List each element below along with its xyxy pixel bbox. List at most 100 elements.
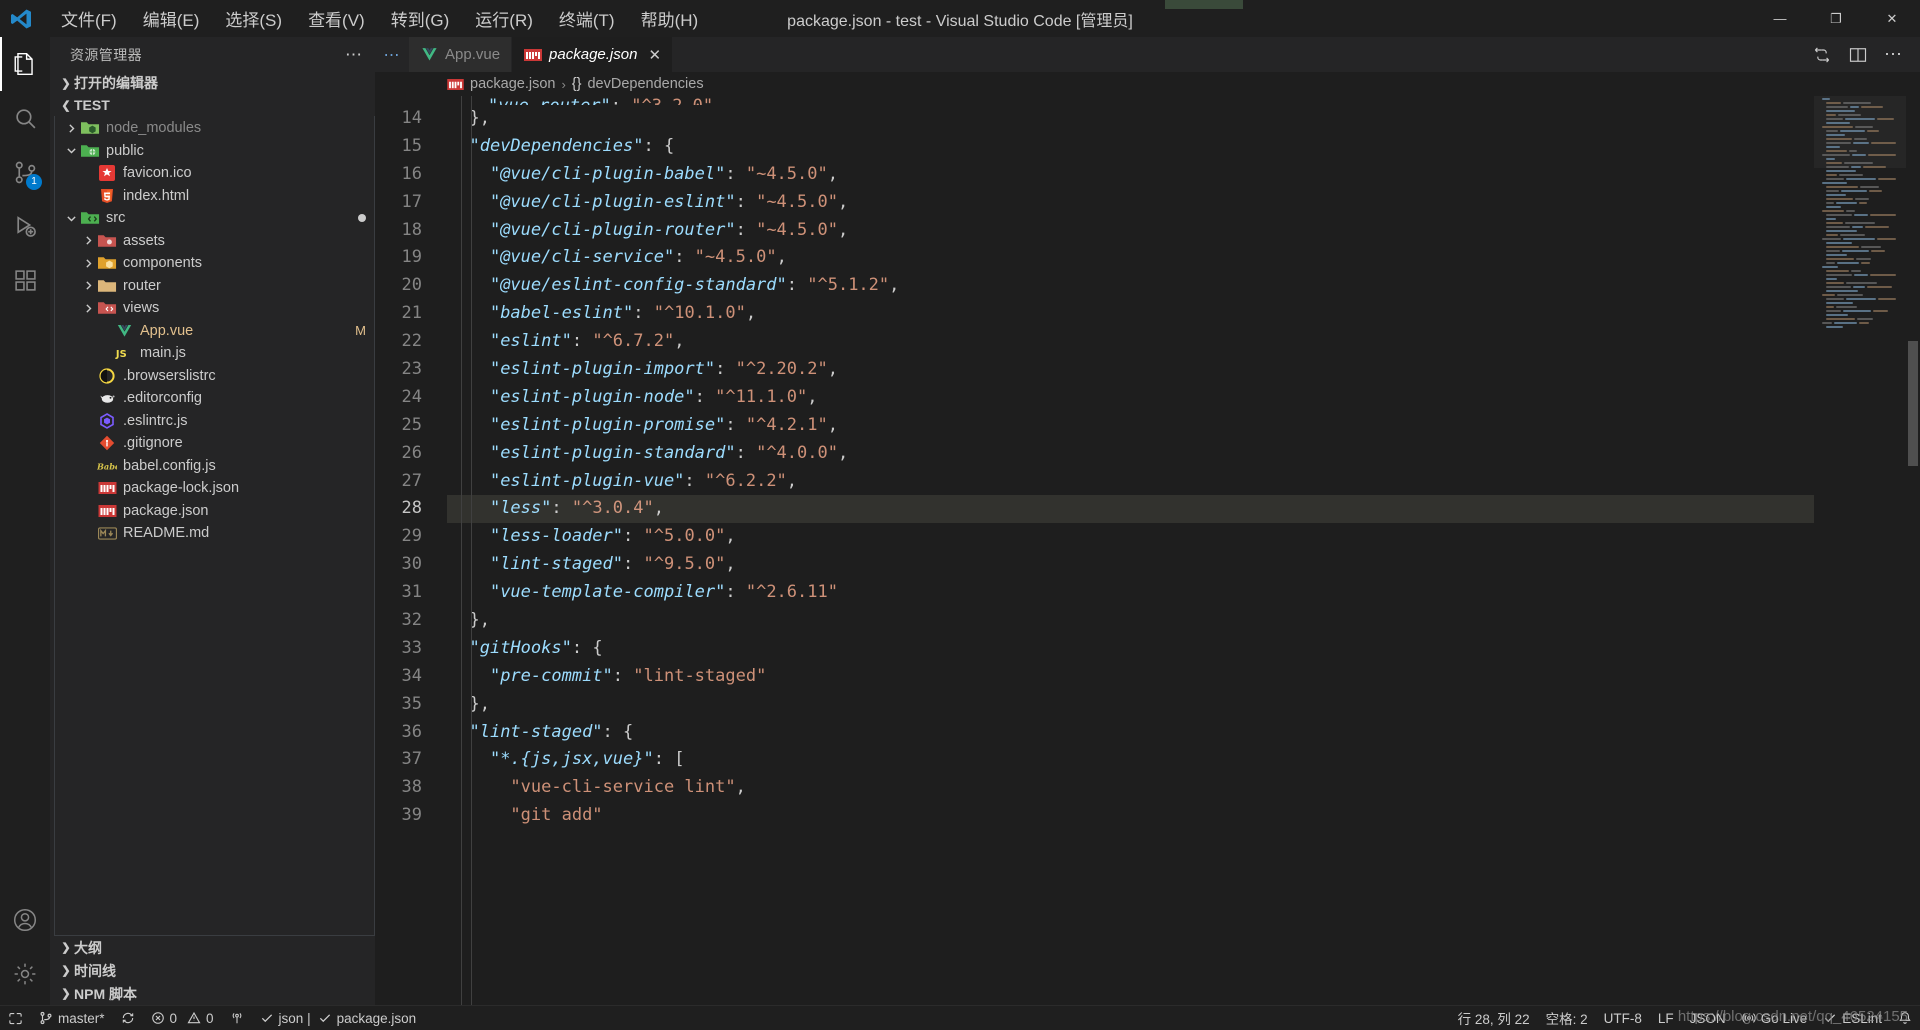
- code-line[interactable]: "vue-cli-service lint",: [447, 774, 1814, 802]
- breadcrumb[interactable]: package.json › {} devDependencies: [375, 72, 1920, 96]
- menu-item-0[interactable]: 文件(F): [48, 2, 130, 35]
- tree-file-row[interactable]: .eslintrc.js: [55, 410, 374, 433]
- tree-file-row[interactable]: JS main.js: [55, 342, 374, 365]
- status-problems[interactable]: 0 0: [143, 1006, 222, 1030]
- code-line[interactable]: "eslint-plugin-node": "^11.1.0",: [447, 384, 1814, 412]
- code-line[interactable]: "less-loader": "^5.0.0",: [447, 523, 1814, 551]
- code-editor[interactable]: 14 15 16 17 18 19 20 21 22 23 24 25 26 27 28 29 30 31 32 33…: [375, 96, 1920, 1005]
- menu-bar[interactable]: 文件(F) 编辑(E) 选择(S) 查看(V) 转到(G) 运行(R) 终端(T) 帮助(H): [42, 0, 711, 37]
- tab-app-vue[interactable]: App.vue: [409, 37, 513, 72]
- menu-item-5[interactable]: 运行(R): [462, 2, 546, 35]
- status-cursor-position[interactable]: 行 28, 列 22: [1450, 1006, 1538, 1030]
- code-line[interactable]: "lint-staged": "^9.5.0",: [447, 551, 1814, 579]
- status-remote[interactable]: [0, 1006, 31, 1030]
- status-indentation[interactable]: 空格: 2: [1538, 1006, 1596, 1030]
- tree-folder-row[interactable]: components: [55, 252, 374, 275]
- code-line[interactable]: },: [447, 691, 1814, 719]
- status-eslint[interactable]: ESLint: [1815, 1006, 1890, 1030]
- tree-folder-row[interactable]: node_modules: [55, 117, 374, 140]
- menu-item-1[interactable]: 编辑(E): [130, 2, 213, 35]
- code-line[interactable]: "less": "^3.0.4",: [447, 495, 1814, 524]
- code-line[interactable]: "lint-staged": {: [447, 719, 1814, 747]
- file-tree[interactable]: node_modules public favicon.ico index.html s…: [54, 116, 375, 936]
- minimize-button[interactable]: —: [1752, 0, 1808, 37]
- tree-file-row[interactable]: README.md: [55, 522, 374, 545]
- sidebar-section-2[interactable]: ❯ NPM 脚本: [50, 982, 375, 1005]
- code-line[interactable]: },: [447, 607, 1814, 635]
- tree-file-row[interactable]: App.vue M: [55, 320, 374, 343]
- tree-file-row[interactable]: .editorconfig: [55, 387, 374, 410]
- sidebar-more-actions-icon[interactable]: ⋯: [345, 45, 363, 65]
- split-editor-icon[interactable]: [1848, 45, 1868, 65]
- scrollbar-thumb[interactable]: [1908, 341, 1918, 466]
- menu-item-6[interactable]: 终端(T): [546, 2, 628, 35]
- status-ports[interactable]: [222, 1006, 252, 1030]
- code-line[interactable]: "git add": [447, 802, 1814, 830]
- section-workspace[interactable]: ❮ TEST: [50, 94, 375, 116]
- tree-file-row[interactable]: Babel babel.config.js: [55, 455, 374, 478]
- sidebar-section-0[interactable]: ❯ 大纲: [50, 936, 375, 959]
- code-line[interactable]: "pre-commit": "lint-staged": [447, 663, 1814, 691]
- code-line[interactable]: "babel-eslint": "^10.1.0",: [447, 300, 1814, 328]
- code-content[interactable]: "vue-router": "^3.2.0", }, "devDependenc…: [447, 96, 1814, 1005]
- status-notifications[interactable]: [1890, 1006, 1920, 1030]
- code-line[interactable]: "@vue/cli-plugin-eslint": "~4.5.0",: [447, 189, 1814, 217]
- close-button[interactable]: ✕: [1864, 0, 1920, 37]
- status-sync[interactable]: [113, 1006, 143, 1030]
- tree-folder-row[interactable]: src: [55, 207, 374, 230]
- code-line[interactable]: "@vue/cli-plugin-babel": "~4.5.0",: [447, 161, 1814, 189]
- tree-folder-row[interactable]: public: [55, 140, 374, 163]
- activity-run-debug[interactable]: [0, 199, 50, 253]
- code-line[interactable]: "@vue/cli-plugin-router": "~4.5.0",: [447, 217, 1814, 245]
- tree-file-row[interactable]: package.json: [55, 500, 374, 523]
- breadcrumb-symbol[interactable]: devDependencies: [587, 76, 703, 92]
- status-language-mode[interactable]: JSON: [1682, 1006, 1734, 1030]
- activity-explorer[interactable]: [0, 37, 50, 91]
- activity-settings[interactable]: [0, 947, 50, 1001]
- tree-folder-row[interactable]: views: [55, 297, 374, 320]
- tree-folder-row[interactable]: router: [55, 275, 374, 298]
- activity-search[interactable]: [0, 91, 50, 145]
- code-line[interactable]: "eslint-plugin-import": "^2.20.2",: [447, 356, 1814, 384]
- menu-item-2[interactable]: 选择(S): [212, 2, 295, 35]
- code-line[interactable]: "eslint": "^6.7.2",: [447, 328, 1814, 356]
- code-line[interactable]: },: [447, 105, 1814, 133]
- close-icon[interactable]: ✕: [648, 46, 661, 64]
- maximize-button[interactable]: ❐: [1808, 0, 1864, 37]
- code-line[interactable]: "eslint-plugin-vue": "^6.2.2",: [447, 468, 1814, 496]
- open-changes-icon[interactable]: [1812, 45, 1832, 65]
- sidebar-section-1[interactable]: ❯ 时间线: [50, 959, 375, 982]
- code-line[interactable]: "eslint-plugin-promise": "^4.2.1",: [447, 412, 1814, 440]
- tree-file-row[interactable]: .gitignore: [55, 432, 374, 455]
- code-line[interactable]: "devDependencies": {: [447, 133, 1814, 161]
- menu-item-4[interactable]: 转到(G): [378, 2, 463, 35]
- tabs-overflow-icon[interactable]: ⋯: [375, 37, 409, 72]
- status-go-live[interactable]: Go Live: [1734, 1006, 1816, 1030]
- status-encoding[interactable]: UTF-8: [1596, 1006, 1650, 1030]
- menu-item-7[interactable]: 帮助(H): [628, 2, 712, 35]
- more-actions-icon[interactable]: ⋯: [1884, 44, 1903, 65]
- code-line[interactable]: "*.{js,jsx,vue}": [: [447, 746, 1814, 774]
- activity-extensions[interactable]: [0, 253, 50, 307]
- code-line[interactable]: "eslint-plugin-standard": "^4.0.0",: [447, 440, 1814, 468]
- status-eol[interactable]: LF: [1650, 1006, 1682, 1030]
- status-branch[interactable]: master*: [31, 1006, 113, 1030]
- tree-folder-row[interactable]: assets: [55, 230, 374, 253]
- code-line[interactable]: "gitHooks": {: [447, 635, 1814, 663]
- tree-file-row[interactable]: .browserslistrc: [55, 365, 374, 388]
- tree-file-row[interactable]: index.html: [55, 185, 374, 208]
- code-line[interactable]: "@vue/eslint-config-standard": "^5.1.2",: [447, 272, 1814, 300]
- activity-accounts[interactable]: [0, 893, 50, 947]
- code-line[interactable]: "@vue/cli-service": "~4.5.0",: [447, 244, 1814, 272]
- breadcrumb-file[interactable]: package.json: [470, 76, 555, 92]
- code-line[interactable]: "vue-template-compiler": "^2.6.11": [447, 579, 1814, 607]
- status-json-validation[interactable]: json | package.json: [252, 1006, 425, 1030]
- section-open-editors[interactable]: ❯ 打开的编辑器: [50, 72, 375, 94]
- menu-item-3[interactable]: 查看(V): [295, 2, 378, 35]
- tree-file-row[interactable]: package-lock.json: [55, 477, 374, 500]
- tab-package-json[interactable]: package.json ✕: [512, 37, 674, 72]
- minimap[interactable]: [1814, 96, 1906, 1005]
- activity-source-control[interactable]: 1: [0, 145, 50, 199]
- editor-scrollbar[interactable]: [1906, 96, 1920, 1005]
- tree-file-row[interactable]: favicon.ico: [55, 162, 374, 185]
